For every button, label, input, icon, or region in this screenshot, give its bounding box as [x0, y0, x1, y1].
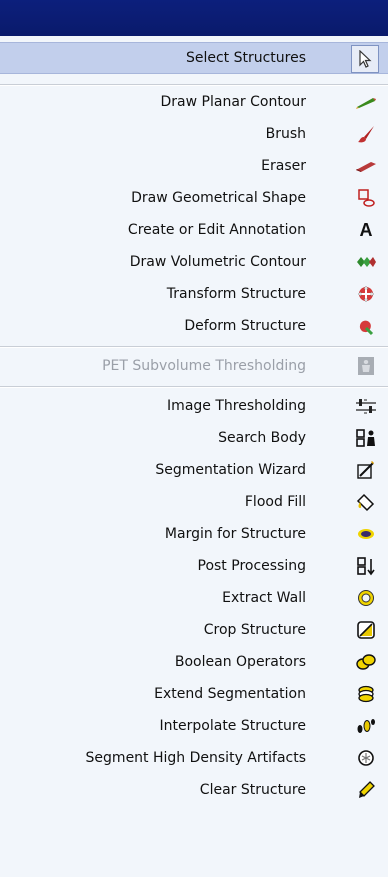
menu-item-label: Flood Fill: [244, 494, 306, 510]
menu-item-label: Margin for Structure: [164, 526, 306, 542]
artifact-icon: [351, 743, 381, 773]
menu-item-post-processing[interactable]: Post Processing: [0, 550, 388, 582]
menu-item-deform-structure[interactable]: Deform Structure: [0, 310, 388, 342]
menu-item-label: Segment High Density Artifacts: [85, 750, 306, 766]
menu-item-segmentation-wizard[interactable]: Segmentation Wizard: [0, 454, 388, 486]
menu-item-label: Brush: [265, 126, 306, 142]
menu-item-boolean-operators[interactable]: Boolean Operators: [0, 646, 388, 678]
menu-item-crop-structure[interactable]: Crop Structure: [0, 614, 388, 646]
menu-item-label: Draw Geometrical Shape: [131, 190, 306, 206]
menu-item-label: Eraser: [261, 158, 306, 174]
menu-item-label: Select Structures: [185, 50, 306, 66]
threshold-icon: [351, 391, 381, 421]
menu-item-search-body[interactable]: Search Body: [0, 422, 388, 454]
menu-item-create-or-edit-annotation[interactable]: Create or Edit Annotation A: [0, 214, 388, 246]
menu-separator: [0, 386, 388, 388]
menu-item-label: Clear Structure: [199, 782, 306, 798]
structure-tools-menu: Select Structures Draw Planar Contour Br…: [0, 36, 388, 877]
menu-item-extract-wall[interactable]: Extract Wall: [0, 582, 388, 614]
brush-icon: [351, 119, 381, 149]
menu-item-transform-structure[interactable]: Transform Structure: [0, 278, 388, 310]
menu-item-label: PET Subvolume Thresholding: [102, 358, 306, 374]
clear-icon: [351, 775, 381, 805]
menu-item-draw-geometrical-shape[interactable]: Draw Geometrical Shape: [0, 182, 388, 214]
post-processing-icon: [351, 551, 381, 581]
window-titlebar: [0, 0, 388, 36]
menu-item-eraser[interactable]: Eraser: [0, 150, 388, 182]
menu-item-draw-planar-contour[interactable]: Draw Planar Contour: [0, 86, 388, 118]
menu-item-extend-segmentation[interactable]: Extend Segmentation: [0, 678, 388, 710]
menu-item-label: Interpolate Structure: [159, 718, 306, 734]
bucket-icon: [351, 487, 381, 517]
menu-item-label: Transform Structure: [166, 286, 306, 302]
menu-item-label: Draw Volumetric Contour: [129, 254, 306, 270]
menu-item-label: Draw Planar Contour: [160, 94, 306, 110]
menu-item-label: Segmentation Wizard: [155, 462, 306, 478]
menu-item-label: Create or Edit Annotation: [127, 222, 306, 238]
menu-item-label: Extract Wall: [222, 590, 306, 606]
arrow-cursor-icon: [351, 45, 379, 73]
boolean-icon: [351, 647, 381, 677]
search-body-icon: [351, 423, 381, 453]
menu-item-label: Crop Structure: [203, 622, 306, 638]
menu-item-segment-high-density-artifacts[interactable]: Segment High Density Artifacts: [0, 742, 388, 774]
menu-item-brush[interactable]: Brush: [0, 118, 388, 150]
menu-item-select-structures[interactable]: Select Structures: [0, 42, 388, 74]
menu-item-interpolate-structure[interactable]: Interpolate Structure: [0, 710, 388, 742]
annotation-a-icon: A: [359, 219, 373, 240]
ring-icon: [351, 583, 381, 613]
menu-item-flood-fill[interactable]: Flood Fill: [0, 486, 388, 518]
pet-icon: [351, 351, 381, 381]
shape-icon: [351, 183, 381, 213]
margin-icon: [351, 519, 381, 549]
menu-separator: [0, 346, 388, 348]
menu-item-label: Post Processing: [197, 558, 307, 574]
menu-item-label: Image Thresholding: [167, 398, 306, 414]
menu-item-image-thresholding[interactable]: Image Thresholding: [0, 390, 388, 422]
volumetric-contour-icon: [351, 247, 381, 277]
menu-item-label: Search Body: [218, 430, 306, 446]
stack-icon: [351, 679, 381, 709]
pencil-icon: [351, 87, 381, 117]
menu-item-label: Deform Structure: [184, 318, 306, 334]
menu-item-label: Extend Segmentation: [154, 686, 306, 702]
menu-item-pet-subvolume-thresholding[interactable]: PET Subvolume Thresholding: [0, 350, 388, 382]
menu-item-clear-structure[interactable]: Clear Structure: [0, 774, 388, 806]
menu-item-draw-volumetric-contour[interactable]: Draw Volumetric Contour: [0, 246, 388, 278]
menu-item-label: Boolean Operators: [174, 654, 306, 670]
menu-item-margin-for-structure[interactable]: Margin for Structure: [0, 518, 388, 550]
wand-icon: [351, 455, 381, 485]
eraser-icon: [351, 151, 381, 181]
crop-icon: [351, 615, 381, 645]
interpolate-icon: [351, 711, 381, 741]
transform-icon: [351, 279, 381, 309]
deform-icon: [351, 311, 381, 341]
